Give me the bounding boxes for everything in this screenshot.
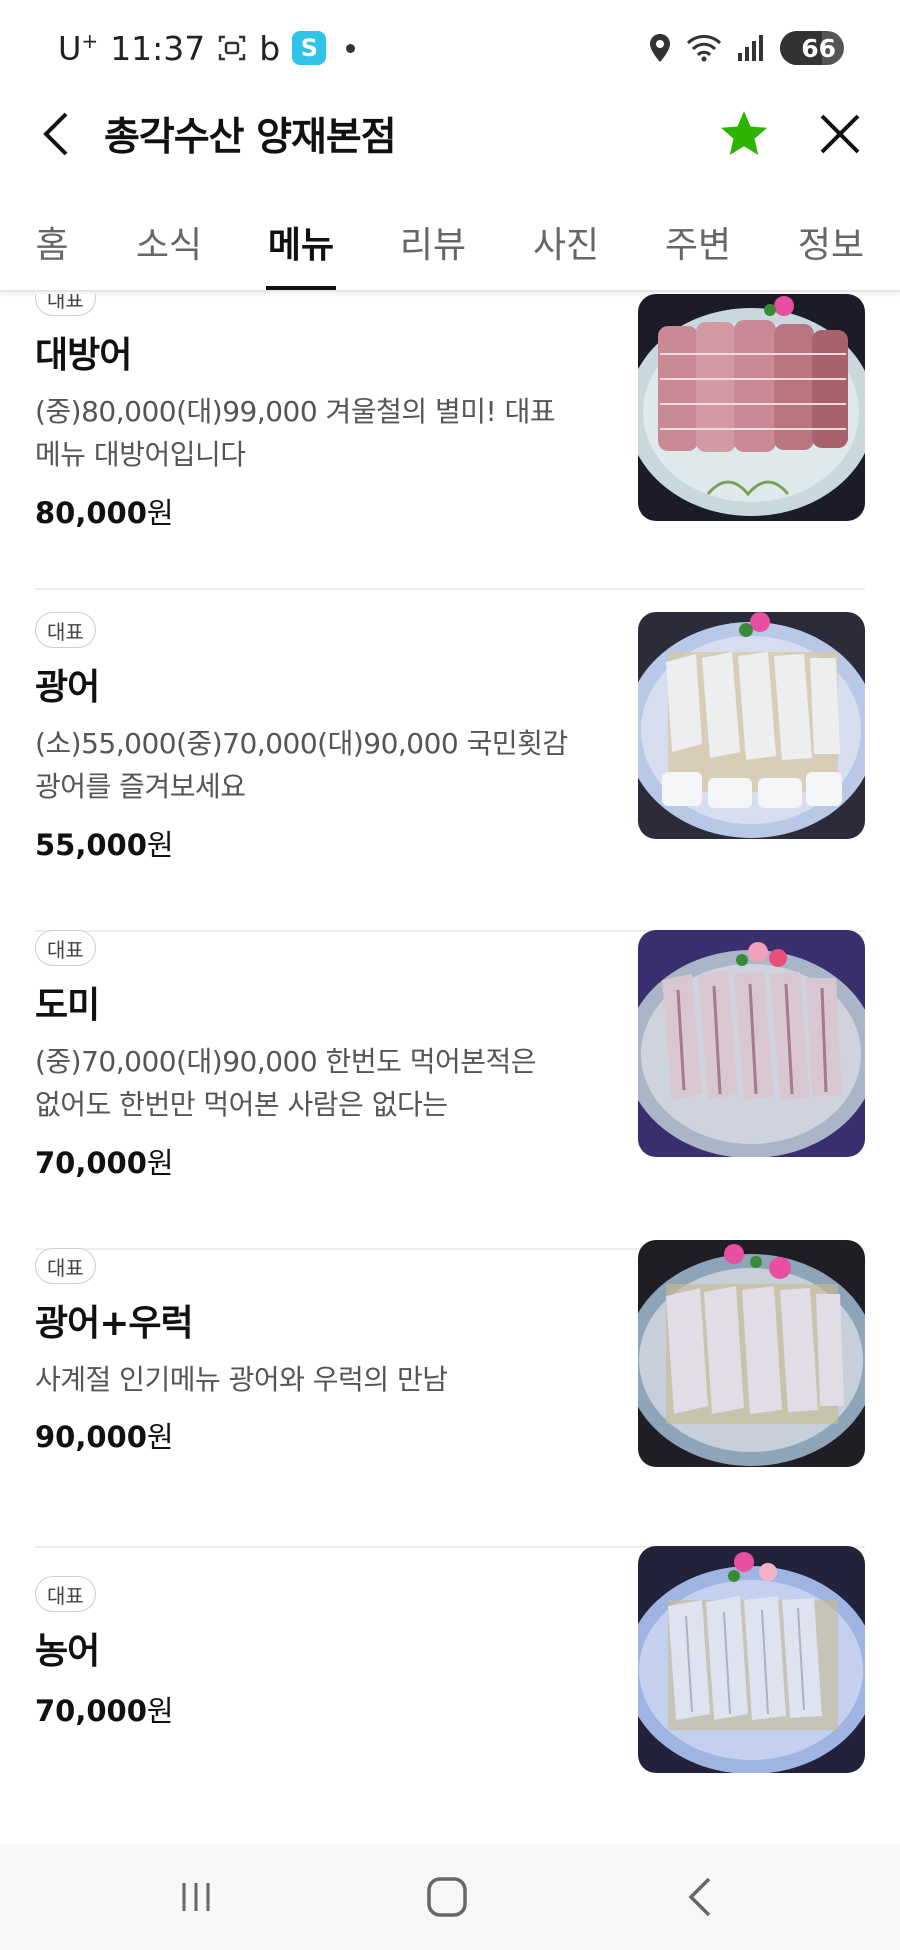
close-button[interactable]	[814, 108, 866, 160]
home-icon	[427, 1877, 467, 1917]
screenshot-icon	[217, 33, 247, 63]
status-right: 66	[648, 31, 844, 65]
menu-list: 대표 대방어 (중)80,000(대)99,000 겨울철의 별미! 대표 메뉴…	[0, 294, 900, 1844]
back-button[interactable]	[30, 108, 80, 160]
favorite-button[interactable]	[716, 106, 772, 162]
menu-item-gwangeo[interactable]: 대표 광어 (소)55,000(중)70,000(대)90,000 국민횟감 광…	[35, 612, 865, 932]
menu-item-price: 70,000원	[35, 1146, 174, 1180]
menu-item-photo[interactable]	[638, 930, 865, 1157]
location-icon	[648, 33, 672, 63]
tab-reviews[interactable]: 리뷰	[398, 216, 468, 290]
carrier-label: U+	[58, 28, 99, 68]
description-line: (소)55,000(중)70,000(대)90,000 국민횟감	[35, 727, 568, 760]
recent-apps-icon	[182, 1883, 210, 1911]
status-bar: U+ 11:37 b S 66	[0, 0, 900, 96]
system-nav-bar	[0, 1844, 900, 1950]
menu-item-photo[interactable]	[638, 1240, 865, 1467]
description-line: 메뉴 대방어입니다	[35, 438, 246, 471]
home-button[interactable]	[407, 1866, 487, 1928]
status-time: 11:37	[110, 28, 206, 68]
status-left: U+ 11:37 b S	[58, 28, 356, 68]
tab-news[interactable]: 소식	[134, 216, 204, 290]
description-line: (중)70,000(대)90,000 한번도 먹어본적은	[35, 1045, 537, 1078]
description-line: 없어도 한번만 먹어본 사람은 없다는	[35, 1088, 448, 1121]
menu-item-photo[interactable]	[638, 1546, 865, 1773]
tab-menu[interactable]: 메뉴	[266, 216, 336, 290]
menu-item-price: 90,000원	[35, 1420, 174, 1454]
menu-item-name: 광어+우럭	[35, 1303, 194, 1344]
description-line: (중)80,000(대)99,000 겨울철의 별미! 대표	[35, 395, 556, 428]
tab-bar: 홈 소식 메뉴 리뷰 사진 주변 정보	[0, 196, 900, 292]
more-notifications-dot	[346, 43, 356, 53]
tab-info[interactable]: 정보	[796, 216, 866, 290]
menu-item-photo[interactable]	[638, 294, 865, 521]
menu-item-description: (중)70,000(대)90,000 한번도 먹어본적은 없어도 한번만 먹어본…	[35, 1040, 615, 1126]
menu-item-description: (중)80,000(대)99,000 겨울철의 별미! 대표 메뉴 대방어입니다	[35, 390, 615, 476]
menu-item-price: 80,000원	[35, 496, 174, 530]
battery-icon: 66	[780, 31, 844, 65]
signature-badge: 대표	[35, 1248, 96, 1284]
star-icon	[721, 111, 767, 155]
page-title: 총각수산 양재본점	[104, 115, 397, 160]
tab-nearby[interactable]: 주변	[663, 216, 733, 290]
menu-item-photo[interactable]	[638, 612, 865, 839]
tab-home[interactable]: 홈	[34, 216, 70, 290]
wifi-icon	[686, 33, 722, 63]
menu-item-name: 광어	[35, 667, 100, 708]
description-line: 광어를 즐겨보세요	[35, 770, 246, 803]
app-notification-icon: S	[292, 31, 327, 65]
app-notification-text: b	[259, 28, 281, 68]
signature-badge: 대표	[35, 294, 96, 316]
tab-photos[interactable]: 사진	[531, 216, 601, 290]
menu-item-price: 70,000원	[35, 1694, 174, 1728]
signal-icon	[736, 33, 766, 63]
recent-apps-button[interactable]	[156, 1866, 236, 1928]
description-line: 사계절 인기메뉴 광어와 우럭의 만남	[35, 1363, 448, 1396]
menu-item-gwangeo-urok[interactable]: 대표 광어+우럭 사계절 인기메뉴 광어와 우럭의 만남 90,000원	[35, 1240, 865, 1548]
signature-badge: 대표	[35, 612, 96, 648]
signature-badge: 대표	[35, 1576, 96, 1612]
app-header: 총각수산 양재본점	[0, 96, 900, 172]
close-icon	[820, 114, 860, 154]
back-arrow-icon	[688, 1877, 711, 1917]
chevron-left-icon	[43, 112, 68, 156]
menu-item-name: 대방어	[35, 335, 132, 376]
menu-item-price: 55,000원	[35, 828, 174, 862]
menu-item-description: (소)55,000(중)70,000(대)90,000 국민횟감 광어를 즐겨보…	[35, 722, 615, 808]
menu-item-daebangeo[interactable]: 대표 대방어 (중)80,000(대)99,000 겨울철의 별미! 대표 메뉴…	[35, 294, 865, 590]
signature-badge: 대표	[35, 930, 96, 966]
menu-item-name: 도미	[35, 985, 100, 1026]
menu-item-name: 농어	[35, 1631, 100, 1672]
menu-item-description: 사계절 인기메뉴 광어와 우럭의 만남	[35, 1358, 615, 1401]
system-back-button[interactable]	[660, 1866, 740, 1928]
menu-item-nongeo[interactable]: 대표 농어 70,000원	[35, 1546, 865, 1844]
menu-item-domi[interactable]: 대표 도미 (중)70,000(대)90,000 한번도 먹어본적은 없어도 한…	[35, 930, 865, 1250]
